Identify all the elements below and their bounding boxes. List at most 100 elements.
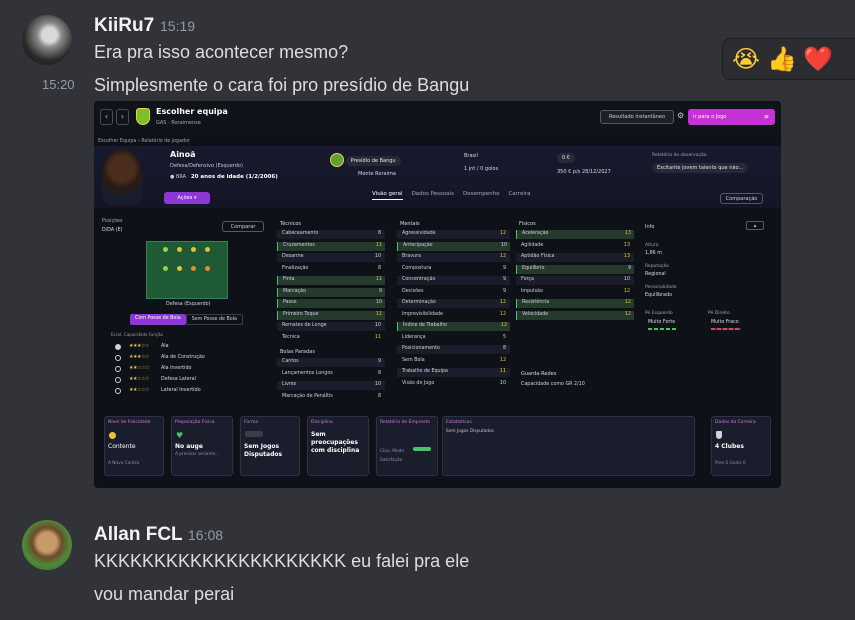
tab-overview[interactable]: Visão geral	[372, 191, 403, 200]
avatar[interactable]	[22, 15, 72, 65]
forward-button[interactable]: ›	[116, 109, 129, 125]
attribute-row[interactable]: Equilíbrio 9	[516, 264, 634, 274]
attribute-row[interactable]: Trabalho de Equipa 11	[397, 368, 510, 377]
attribute-row[interactable]: Índice de Trabalho 12	[397, 322, 510, 331]
attribute-row[interactable]: Cabeceamento 8	[277, 230, 385, 239]
role-row[interactable]: ★★★☆☆ Ala de Construção	[109, 354, 265, 363]
position-dot	[191, 247, 196, 252]
attribute-row[interactable]: Finalização 8	[277, 265, 385, 274]
attribute-row[interactable]: Bravura 12	[397, 253, 510, 262]
attribute-name: Compostura	[402, 265, 432, 271]
attribute-row[interactable]: Concentração 9	[397, 276, 510, 285]
attribute-row[interactable]: Determinação 12	[397, 299, 510, 308]
attribute-row[interactable]: Remates de Longe 10	[277, 322, 385, 331]
attribute-row[interactable]: Visão de Jogo 10	[397, 380, 510, 389]
attribute-value: 10	[499, 380, 506, 386]
card-value: No auge	[175, 443, 203, 450]
attribute-row[interactable]: Cantos 9	[277, 358, 385, 367]
attribute-row[interactable]: Livres 10	[277, 381, 385, 390]
card-happiness[interactable]: Nível de Felicidade Contente A Novo Cont…	[104, 416, 164, 476]
role-row[interactable]: ★★★☆☆ Ala	[109, 343, 265, 352]
go-to-match-button[interactable]: Ir para o Jogo »	[688, 109, 775, 125]
card-loan-report[interactable]: Relatório de Empresto Clou. Mode Satisfa…	[376, 416, 438, 476]
attribute-row[interactable]: Resistência 12	[516, 299, 634, 308]
tab-personal[interactable]: Dados Pessoais	[412, 191, 454, 200]
back-button[interactable]: ‹	[100, 109, 113, 125]
position-dot	[177, 266, 182, 271]
attribute-row[interactable]: Liderança 5	[397, 334, 510, 343]
username[interactable]: Allan FCL	[94, 524, 183, 546]
role-row[interactable]: ★★☆☆☆ Lateral Invertido	[109, 387, 265, 396]
attribute-row[interactable]: Marcação de Penáltis 8	[277, 393, 385, 402]
card-form[interactable]: Forma Sem Jogos Disputados	[240, 416, 300, 476]
attribute-row[interactable]: Técnica 11	[277, 334, 385, 343]
avatar[interactable]	[22, 520, 72, 570]
attribute-row[interactable]: Compostura 9	[397, 265, 510, 274]
breadcrumb[interactable]: Escolher Equipa › Relatório de jogador	[98, 139, 190, 144]
attribute-name: Índice de Trabalho	[403, 323, 447, 328]
attribute-name: Equilíbrio	[522, 265, 545, 271]
actions-button[interactable]: Ações ▾	[164, 192, 210, 204]
radio[interactable]	[115, 366, 121, 372]
attribute-value: 8	[377, 265, 381, 271]
card-career[interactable]: Dados da Carreira 4 Clubes Pres 0 Golos …	[711, 416, 771, 476]
info-toggle-button[interactable]: ▴	[746, 221, 764, 230]
card-fitness[interactable]: Preparação Física ♥ No auge A precisar s…	[171, 416, 233, 476]
role-row[interactable]: ★★☆☆☆ Defesa Lateral	[109, 376, 265, 385]
attribute-row[interactable]: Aptidão Física 13	[516, 253, 634, 262]
attribute-row[interactable]: Finta 11	[277, 276, 385, 285]
player-info: ● BRA 20 anos de idade (1/2/2006)	[170, 174, 278, 180]
attribute-row[interactable]: Primeiro Toque 11	[277, 310, 385, 320]
attribute-row[interactable]: Posicionamento 8	[397, 345, 510, 354]
heart-icon[interactable]: ❤️	[803, 45, 833, 73]
attribute-row[interactable]: Cruzamentos 11	[277, 241, 385, 251]
message-timestamp: 15:20	[42, 77, 75, 92]
club-cell[interactable]: Presídio de Bangu Monte Roraima	[330, 153, 401, 177]
attribute-row[interactable]: Marcação 9	[277, 287, 385, 297]
attribute-row[interactable]: Agressividade 12	[397, 230, 510, 239]
attribute-row[interactable]: Decisões 9	[397, 288, 510, 297]
tab-in-possession[interactable]: Com Posse de Bola	[130, 314, 186, 325]
tab-career[interactable]: Carreira	[508, 191, 530, 200]
attribute-row[interactable]: Impulsão 12	[516, 288, 634, 297]
card-title: Nível de Felicidade	[108, 420, 151, 425]
attribute-row[interactable]: Força 10	[516, 276, 634, 285]
card-statistics[interactable]: Estatísticas Sem Jogos Disputados	[442, 416, 695, 476]
attribute-name: Determinação	[402, 300, 436, 305]
attribute-group-title: Bolas Paradas	[280, 349, 315, 355]
ball-tabs: Com Posse de Bola Sem Posse de Bola	[130, 314, 243, 325]
attribute-row[interactable]: Agilidade 13	[516, 242, 634, 251]
role-row[interactable]: ★★☆☆☆ Ala Invertido	[109, 365, 265, 374]
scout-cell[interactable]: Relatório de observação Excitante jovem …	[652, 153, 749, 173]
radio[interactable]	[115, 355, 121, 361]
sob-emoji-icon[interactable]: 😭	[731, 45, 761, 73]
attachment-image[interactable]: ‹ › Escolher equipa GAS · Roraimense Res…	[94, 101, 781, 488]
attribute-row[interactable]: Desarme 10	[277, 253, 385, 262]
radio-selected[interactable]	[115, 344, 121, 350]
thumbs-up-icon[interactable]: 👍	[767, 45, 797, 73]
attribute-row[interactable]: Velocidade 12	[516, 310, 634, 320]
gear-icon[interactable]: ⚙	[677, 111, 684, 120]
compare-button[interactable]: Comparar	[222, 221, 264, 232]
attribute-row[interactable]: Lançamentos Longos 8	[277, 370, 385, 379]
attribute-row[interactable]: Imprevisibilidade 12	[397, 311, 510, 320]
radio[interactable]	[115, 377, 121, 383]
card-discipline[interactable]: Disciplina Sem preocupações com discipli…	[307, 416, 369, 476]
attribute-row[interactable]: Aceleração 13	[516, 230, 634, 239]
position-dot	[177, 247, 182, 252]
tab-out-possession[interactable]: Sem Posse de Bola	[185, 314, 243, 325]
player-nation: BRA	[175, 174, 187, 180]
attribute-row[interactable]: Antecipação 10	[397, 241, 510, 251]
radio[interactable]	[115, 388, 121, 394]
role-header: Escol. Capacidade Função	[111, 332, 163, 337]
attribute-row[interactable]: Sem Bola 12	[397, 357, 510, 366]
positions-label: Posições	[102, 219, 123, 224]
attribute-group-title: Técnicos	[280, 221, 302, 227]
username[interactable]: KiiRu7	[94, 15, 154, 37]
comparison-button[interactable]: Comparação	[720, 193, 763, 204]
tab-performance[interactable]: Desempenho	[463, 191, 499, 200]
card-sub: Pres 0 Golos 0	[715, 461, 746, 466]
instant-result-button[interactable]: Resultado instantâneo	[600, 110, 674, 124]
attribute-row[interactable]: Passe 10	[277, 299, 385, 308]
info-value: 1,86 m	[645, 251, 662, 256]
